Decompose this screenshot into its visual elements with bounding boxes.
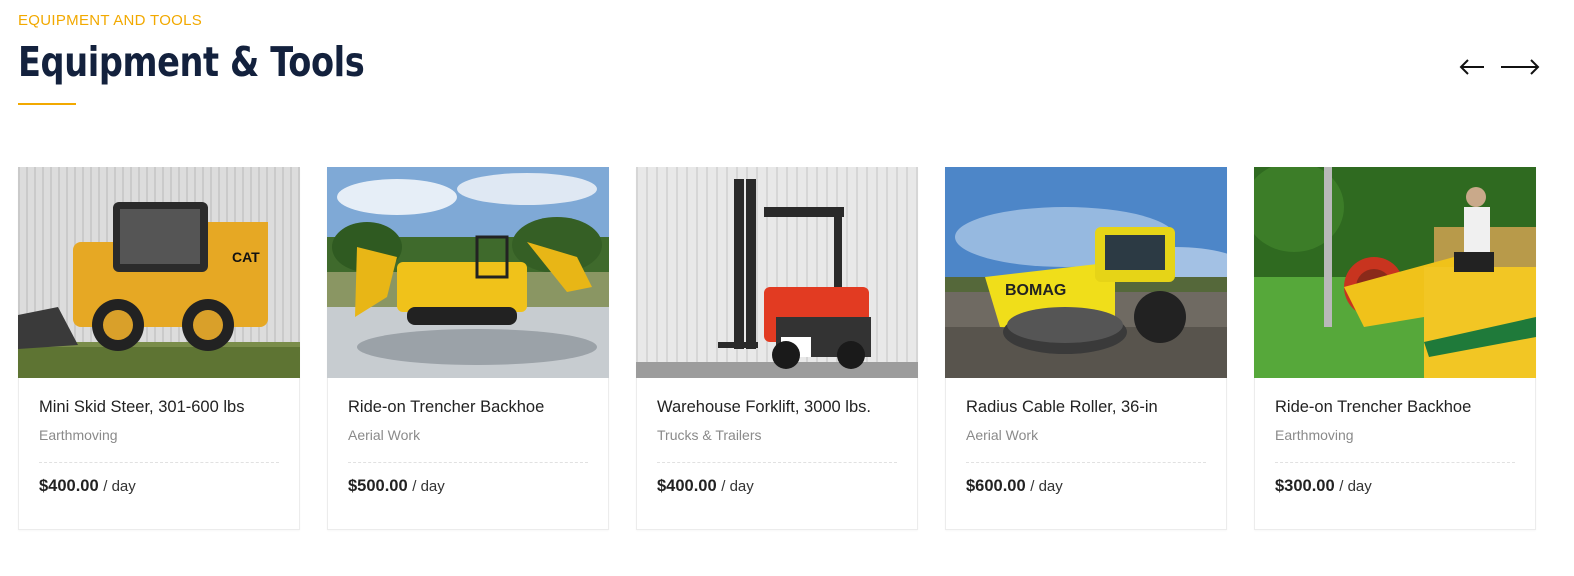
price-unit: / day xyxy=(1339,478,1372,495)
price-unit: / day xyxy=(412,478,445,495)
arrow-right-icon xyxy=(1501,59,1540,75)
card-title[interactable]: Mini Skid Steer, 301-600 lbs xyxy=(39,398,279,417)
card-price: $600.00 / day xyxy=(966,477,1206,496)
card-divider xyxy=(39,462,279,463)
card-divider xyxy=(348,462,588,463)
price-amount: $500.00 xyxy=(348,477,408,495)
price-amount: $400.00 xyxy=(657,477,717,495)
carousel-next-button[interactable] xyxy=(1499,54,1541,80)
price-amount: $400.00 xyxy=(39,477,99,495)
svg-text:BOMAG: BOMAG xyxy=(1005,282,1066,299)
carousel-prev-button[interactable] xyxy=(1458,54,1486,80)
equipment-card[interactable]: Warehouse Forklift, 3000 lbs. Trucks & T… xyxy=(636,167,918,530)
price-amount: $300.00 xyxy=(1275,477,1335,495)
equipment-card[interactable]: BOMAG Radius Cable Roller, 36-in Aerial … xyxy=(945,167,1227,530)
card-title[interactable]: Radius Cable Roller, 36-in xyxy=(966,398,1206,417)
price-unit: / day xyxy=(103,478,136,495)
equipment-card[interactable]: Ride-on Trencher Backhoe Aerial Work $50… xyxy=(327,167,609,530)
card-divider xyxy=(966,462,1206,463)
card-category: Aerial Work xyxy=(348,427,421,443)
price-unit: / day xyxy=(721,478,754,495)
arrow-left-icon xyxy=(1459,59,1484,75)
section-eyebrow: EQUIPMENT AND TOOLS xyxy=(18,12,203,29)
card-category: Earthmoving xyxy=(39,427,118,443)
equipment-carousel: CAT Mini Skid Steer, 301-600 lbs Earthmo… xyxy=(18,167,1536,530)
card-title[interactable]: Ride-on Trencher Backhoe xyxy=(1275,398,1515,417)
svg-text:CAT: CAT xyxy=(232,249,260,265)
skid-steer-photo[interactable]: CAT xyxy=(18,167,300,378)
card-price: $300.00 / day xyxy=(1275,477,1515,496)
card-price: $400.00 / day xyxy=(39,477,279,496)
card-title[interactable]: Warehouse Forklift, 3000 lbs. xyxy=(657,398,897,417)
card-category: Trucks & Trailers xyxy=(657,427,762,443)
card-divider xyxy=(1275,462,1515,463)
equipment-card[interactable]: Ride-on Trencher Backhoe Earthmoving $30… xyxy=(1254,167,1536,530)
forklift-photo[interactable] xyxy=(636,167,918,378)
card-price: $400.00 / day xyxy=(657,477,897,496)
title-underline xyxy=(18,103,76,105)
card-category: Aerial Work xyxy=(966,427,1039,443)
price-unit: / day xyxy=(1030,478,1063,495)
card-category: Earthmoving xyxy=(1275,427,1354,443)
section-title: Equipment & Tools xyxy=(18,38,365,86)
equipment-card[interactable]: CAT Mini Skid Steer, 301-600 lbs Earthmo… xyxy=(18,167,300,530)
trencher-backhoe-photo[interactable] xyxy=(327,167,609,378)
card-price: $500.00 / day xyxy=(348,477,588,496)
trencher-backhoe-field-photo[interactable] xyxy=(1254,167,1536,378)
price-amount: $600.00 xyxy=(966,477,1026,495)
card-divider xyxy=(657,462,897,463)
cable-roller-photo[interactable]: BOMAG xyxy=(945,167,1227,378)
card-title[interactable]: Ride-on Trencher Backhoe xyxy=(348,398,588,417)
